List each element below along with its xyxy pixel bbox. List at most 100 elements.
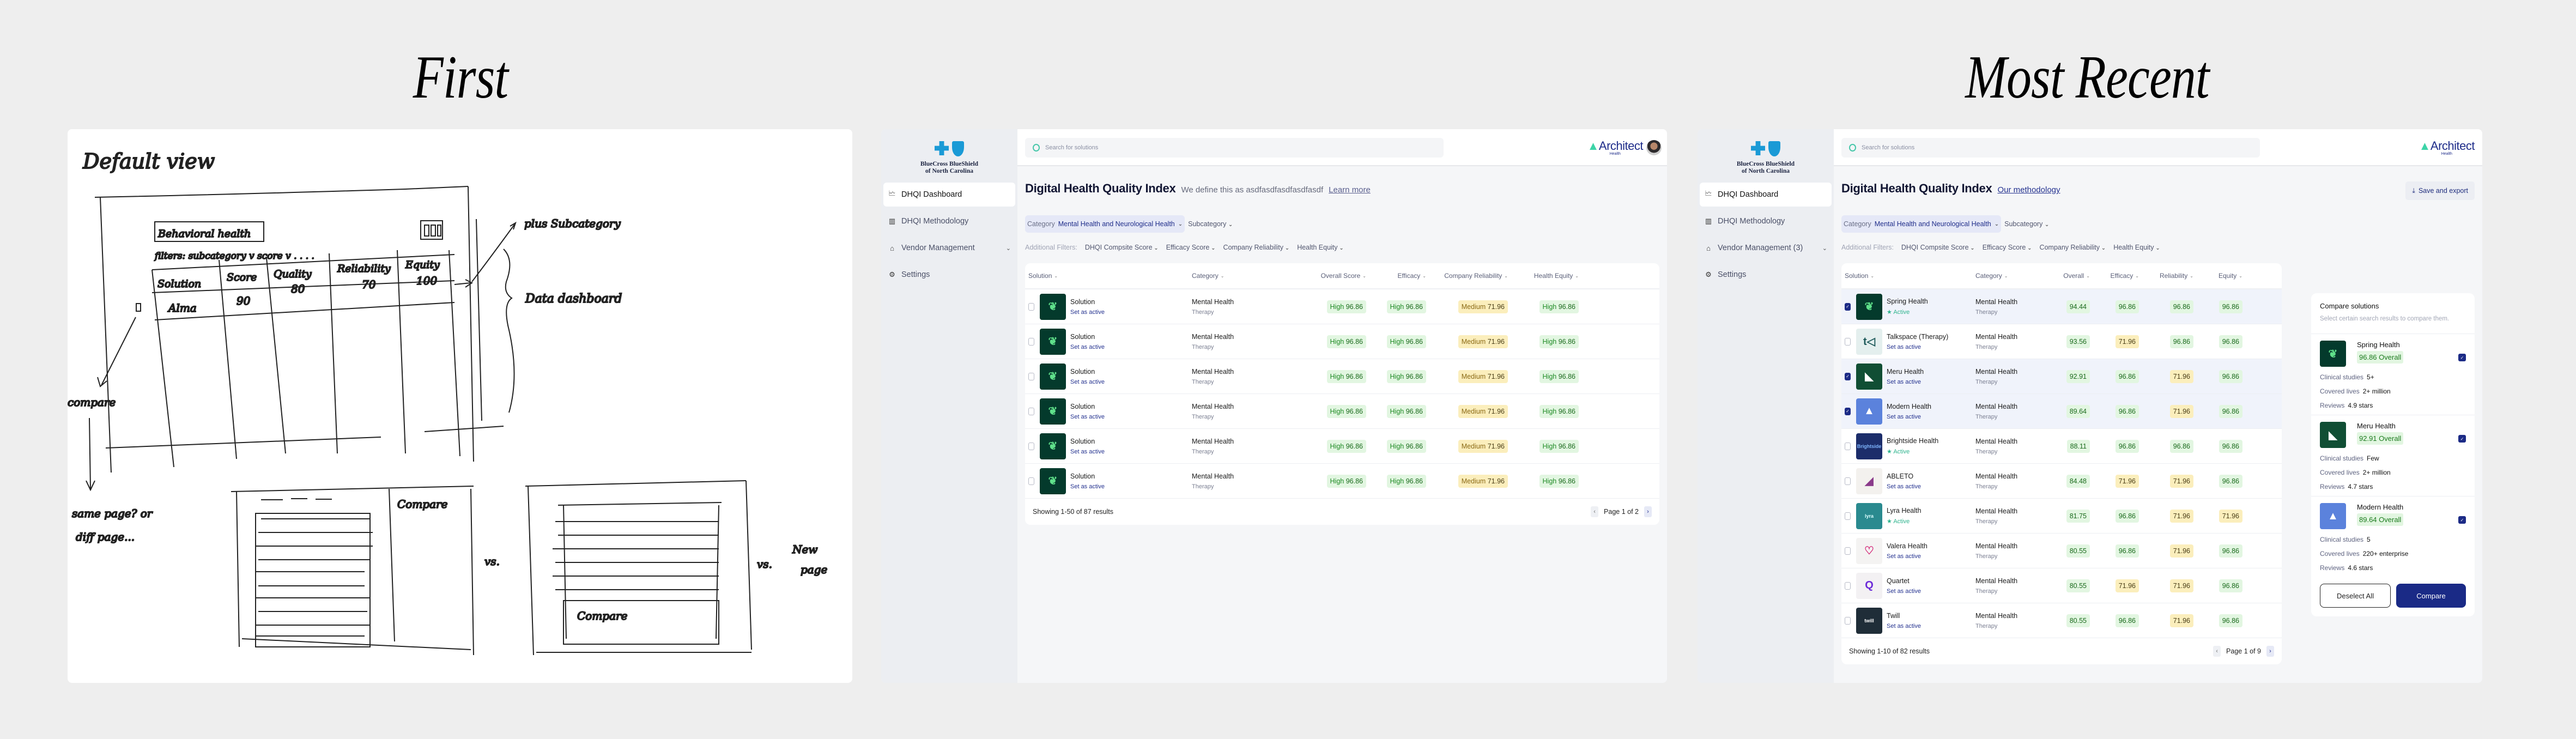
row-checkbox[interactable]: ✓ [1845, 407, 1851, 415]
column-header[interactable]: Equity ⌄ [2193, 272, 2242, 280]
set-active-link[interactable]: Set as active [1887, 623, 1921, 629]
user-avatar[interactable] [1646, 140, 1662, 155]
set-active-link[interactable]: Set as active [1070, 309, 1105, 316]
column-header[interactable]: Category ⌄ [1975, 272, 2035, 280]
table-row[interactable]: ♡ Valera Health Set as active Mental Health… [1841, 534, 2282, 568]
sidebar-item-dhqi-dashboard[interactable]: 🗠 DHQI Dashboard [883, 183, 1015, 207]
row-checkbox[interactable] [1845, 616, 1851, 625]
column-header[interactable]: Category ⌄ [1192, 272, 1295, 280]
table-row[interactable]: ❦ Solution Set as active Mental Health Thera… [1025, 324, 1659, 359]
compare-checkbox[interactable]: ✓ [2458, 516, 2466, 524]
table-row[interactable]: Q Quartet Set as active Mental Health Therap… [1841, 568, 2282, 603]
category-dropdown[interactable]: Category Mental Health and Neurological H… [1841, 215, 2002, 233]
filter-dropdown[interactable]: DHQI Compsite Score ⌄ [1901, 244, 1975, 251]
row-checkbox[interactable] [1845, 581, 1851, 590]
sidebar-item-dhqi-methodology[interactable]: ▥ DHQI Methodology [883, 209, 1015, 233]
sidebar-item-dhqi-dashboard[interactable]: 🗠 DHQI Dashboard [1700, 183, 1832, 207]
row-checkbox[interactable] [1845, 477, 1851, 485]
subcategory-dropdown[interactable]: Subcategory ⌄ [1188, 220, 1233, 228]
sidebar-item-vendor-management[interactable]: ⌂ Vendor Management (3) ⌄ [1700, 236, 1832, 260]
filter-dropdown[interactable]: Efficacy Score ⌄ [1166, 244, 1216, 251]
column-header[interactable]: Efficacy ⌄ [2090, 272, 2139, 280]
category-dropdown[interactable]: Category Mental Health and Neurological H… [1025, 215, 1185, 233]
set-active-link[interactable]: Set as active [1070, 449, 1105, 455]
filter-dropdown[interactable]: DHQI Compsite Score ⌄ [1085, 244, 1159, 251]
set-active-link[interactable]: Set as active [1070, 344, 1105, 350]
row-checkbox[interactable]: ✓ [1845, 302, 1851, 311]
subcategory-dropdown[interactable]: Subcategory ⌄ [2004, 220, 2049, 228]
filter-dropdown[interactable]: Company Reliability ⌄ [1223, 244, 1290, 251]
score-level: High [1542, 442, 1557, 450]
set-active-link[interactable]: Set as active [1887, 379, 1924, 385]
deselect-all-button[interactable]: Deselect All [2320, 584, 2391, 608]
set-active-link[interactable]: Set as active [1070, 483, 1105, 490]
row-checkbox[interactable] [1028, 372, 1034, 380]
row-checkbox[interactable] [1845, 512, 1851, 520]
search-input[interactable]: Search for solutions [1025, 138, 1444, 158]
table-row[interactable]: Brightside Brightside Health ★ Active Menta… [1841, 429, 2282, 464]
score-badge: High 96.86 [1539, 335, 1579, 348]
prev-page-button[interactable]: ‹ [2213, 646, 2221, 657]
learn-more-link[interactable]: Learn more [1329, 185, 1371, 195]
prev-page-button[interactable]: ‹ [1591, 506, 1599, 517]
table-row[interactable]: ❦ Solution Set as active Mental Health Thera… [1025, 429, 1659, 464]
set-active-link[interactable]: Set as active [1887, 553, 1928, 560]
table-row[interactable]: t◁ Talkspace (Therapy) Set as active Mental… [1841, 324, 2282, 359]
row-checkbox[interactable] [1028, 302, 1034, 311]
filter-dropdown[interactable]: Health Equity ⌄ [2113, 244, 2160, 251]
row-checkbox[interactable] [1845, 547, 1851, 555]
column-header[interactable]: Reliability ⌄ [2139, 272, 2193, 280]
compare-stat: Clinical studies 5 [2320, 536, 2466, 543]
search-input[interactable]: Search for solutions [1841, 138, 2260, 158]
sidebar-item-vendor-management[interactable]: ⌂ Vendor Management ⌄ [883, 236, 1015, 260]
set-active-link[interactable]: Set as active [1070, 379, 1105, 385]
compare-checkbox[interactable]: ✓ [2458, 354, 2466, 361]
column-header[interactable]: Overall ⌄ [2035, 272, 2090, 280]
next-page-button[interactable]: › [1644, 506, 1652, 517]
column-header[interactable]: Solution ⌄ [1028, 272, 1192, 280]
filter-dropdown[interactable]: Efficacy Score ⌄ [1983, 244, 2032, 251]
table-row[interactable]: ❦ Solution Set as active Mental Health Thera… [1025, 464, 1659, 499]
heading-most-recent: Most Recent [1965, 44, 2209, 111]
row-checkbox[interactable] [1028, 337, 1034, 346]
set-active-link[interactable]: Set as active [1070, 414, 1105, 420]
column-header[interactable]: Efficacy ⌄ [1366, 272, 1427, 280]
sidebar-item-settings[interactable]: ⚙ Settings [883, 263, 1015, 287]
table-row[interactable]: twill Twill Set as active Mental Health Ther… [1841, 603, 2282, 638]
row-checkbox[interactable] [1028, 407, 1034, 415]
set-active-link[interactable]: Set as active [1887, 483, 1921, 490]
filter-dropdown[interactable]: Health Equity ⌄ [1297, 244, 1344, 251]
row-checkbox[interactable] [1028, 477, 1034, 485]
save-export-button[interactable]: ⤓ Save and export [2405, 181, 2475, 200]
table-row[interactable]: ✓ ❦ Spring Health ★ Active Mental Health Ther… [1841, 289, 2282, 324]
sidebar-item-label: DHQI Methodology [901, 217, 969, 226]
table-row[interactable]: ✓ ▲ Modern Health Set as active Mental Healt… [1841, 394, 2282, 429]
methodology-link[interactable]: Our methodology [1997, 185, 2060, 195]
set-active-link[interactable]: Set as active [1887, 414, 1931, 420]
row-checkbox[interactable] [1028, 442, 1034, 450]
table-row[interactable]: ❦ Solution Set as active Mental Health Thera… [1025, 394, 1659, 429]
column-header[interactable]: Overall Score ⌄ [1295, 272, 1366, 280]
column-header[interactable]: Company Reliability ⌄ [1426, 272, 1508, 280]
compare-stat: Covered lives 220+ enterprise [2320, 550, 2466, 558]
compare-button[interactable]: Compare [2396, 584, 2466, 608]
row-checkbox[interactable] [1845, 337, 1851, 346]
filter-dropdown[interactable]: Company Reliability ⌄ [2040, 244, 2106, 251]
set-active-link[interactable]: Set as active [1887, 344, 1948, 350]
row-checkbox[interactable]: ✓ [1845, 372, 1851, 380]
row-checkbox[interactable] [1845, 442, 1851, 450]
column-header[interactable]: Health Equity ⌄ [1508, 272, 1579, 280]
column-header[interactable]: Solution ⌄ [1845, 272, 1975, 280]
set-active-link[interactable]: Set as active [1887, 588, 1921, 595]
table-row[interactable]: ❦ Solution Set as active Mental Health Thera… [1025, 359, 1659, 394]
table-row[interactable]: ✓ ◣ Meru Health Set as active Mental Health T… [1841, 359, 2282, 394]
table-row[interactable]: ❦ Solution Set as active Mental Health Thera… [1025, 289, 1659, 324]
table-row[interactable]: ◢ ABLETO Set as active Mental Health Therapy… [1841, 464, 2282, 499]
sidebar-item-dhqi-methodology[interactable]: ▥ DHQI Methodology [1700, 209, 1832, 233]
next-page-button[interactable]: › [2266, 646, 2274, 657]
compare-checkbox[interactable]: ✓ [2458, 435, 2466, 443]
category-name: Mental Health [1975, 542, 2018, 550]
score-value: 96.86 [1345, 337, 1363, 346]
table-row[interactable]: lyra Lyra Health ★ Active Mental Health Ther… [1841, 499, 2282, 534]
sidebar-item-settings[interactable]: ⚙ Settings [1700, 263, 1832, 287]
